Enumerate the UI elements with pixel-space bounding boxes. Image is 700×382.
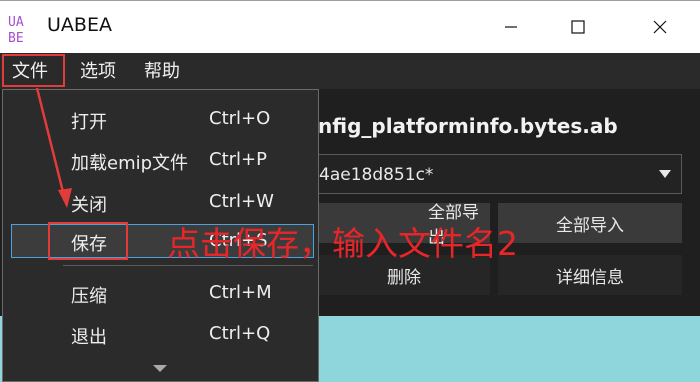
- maximize-icon: [571, 20, 585, 34]
- menu-item-label: 压缩: [71, 286, 107, 307]
- instruction-annotation: 点击保存，输入文件名2: [167, 224, 518, 263]
- import-all-button[interactable]: 全部导入: [498, 203, 682, 243]
- minimize-button[interactable]: [488, 1, 534, 53]
- menu-item-compress[interactable]: 压缩 Ctrl+M: [11, 276, 314, 310]
- menu-item-open[interactable]: 打开 Ctrl+O: [11, 102, 314, 136]
- menu-options[interactable]: 选项: [80, 60, 116, 84]
- svg-text:BE: BE: [8, 31, 24, 44]
- minimize-icon: [505, 26, 517, 28]
- menu-item-label: 加载emip文件: [71, 153, 189, 174]
- menu-item-shortcut: Ctrl+W: [209, 191, 274, 212]
- menu-separator: [63, 265, 313, 266]
- menu-item-exit[interactable]: 退出 Ctrl+Q: [11, 317, 314, 351]
- menu-item-load-emip[interactable]: 加载emip文件 Ctrl+P: [11, 143, 314, 177]
- close-button[interactable]: [637, 1, 683, 53]
- close-icon: [653, 20, 667, 34]
- app-logo-icon: UA BE: [6, 12, 38, 44]
- menu-bar: 文件 选项 帮助: [0, 53, 700, 89]
- info-label: 详细信息: [556, 267, 624, 288]
- save-highlight-box: [48, 222, 128, 260]
- bundle-filename: nfig_platforminfo.bytes.ab: [318, 114, 618, 138]
- menu-item-shortcut: Ctrl+O: [209, 108, 271, 129]
- maximize-button[interactable]: [555, 1, 601, 53]
- menu-item-close[interactable]: 关闭 Ctrl+W: [11, 185, 314, 219]
- menu-item-label: 退出: [71, 327, 107, 348]
- dropdown-arrow-icon: [659, 170, 671, 178]
- menu-item-label: 打开: [71, 112, 107, 133]
- window-title: UABEA: [47, 14, 112, 36]
- info-button[interactable]: 详细信息: [498, 255, 682, 295]
- bundle-select-value: 4ae18d851c*: [319, 165, 434, 185]
- menu-item-shortcut: Ctrl+M: [209, 282, 272, 303]
- import-all-label: 全部导入: [556, 215, 624, 236]
- svg-text:UA: UA: [8, 15, 24, 30]
- chevron-down-icon[interactable]: [153, 365, 167, 372]
- menu-item-shortcut: Ctrl+P: [209, 149, 267, 170]
- menu-item-shortcut: Ctrl+Q: [209, 323, 271, 344]
- remove-label: 删除: [387, 267, 421, 288]
- bundle-select[interactable]: 4ae18d851c*: [318, 154, 682, 194]
- menu-item-label: 关闭: [71, 195, 107, 216]
- file-menu-highlight-box: [2, 54, 65, 87]
- title-bar: UA BE UABEA: [0, 0, 700, 53]
- menu-help[interactable]: 帮助: [144, 60, 180, 84]
